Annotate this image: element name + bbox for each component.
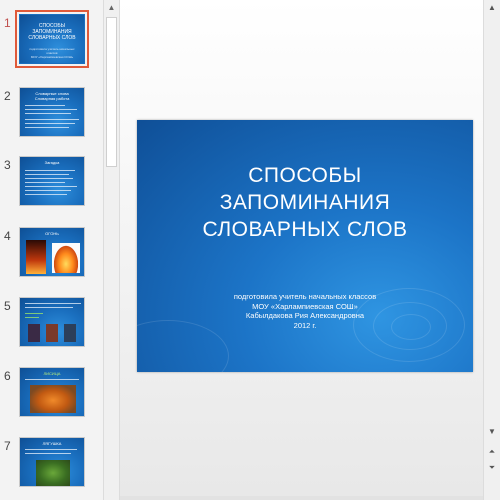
fire-image bbox=[26, 240, 46, 274]
thumbnail-image[interactable]: ЛЯГУШКА bbox=[19, 437, 85, 487]
thumbnail-heading: Словарные слова Словарная работа bbox=[34, 91, 70, 101]
text-line bbox=[25, 123, 75, 124]
picture-image bbox=[28, 324, 40, 342]
text-line bbox=[25, 109, 77, 110]
text-line bbox=[25, 170, 75, 171]
text-line bbox=[25, 313, 43, 314]
text-line bbox=[25, 194, 67, 195]
slide-title[interactable]: СПОСОБЫ ЗАПОМИНАНИЯ СЛОВАРНЫХ СЛОВ bbox=[137, 162, 473, 243]
thumbnail-heading: ЛЯГУШКА bbox=[42, 441, 62, 446]
slide-thumbnail-6[interactable]: 6 ЛИСИЦА bbox=[0, 367, 107, 427]
slide-thumbnail-7[interactable]: 7 ЛЯГУШКА bbox=[0, 437, 107, 497]
thumbnail-image[interactable]: ОГОНЬ bbox=[19, 227, 85, 277]
picture-image bbox=[46, 324, 58, 342]
text-line bbox=[25, 113, 71, 114]
text-line bbox=[25, 119, 79, 120]
text-line bbox=[25, 190, 71, 191]
frog-image bbox=[36, 460, 70, 486]
thumbnail-heading: ОГОНЬ bbox=[45, 231, 59, 236]
slide-editor: СПОСОБЫ ЗАПОМИНАНИЯ СЛОВАРНЫХ СЛОВ подго… bbox=[120, 0, 483, 496]
text-line bbox=[25, 178, 73, 179]
slide-number: 2 bbox=[4, 89, 11, 103]
text-line bbox=[25, 174, 69, 175]
text-line bbox=[25, 105, 65, 106]
slide-number: 7 bbox=[4, 439, 11, 453]
slide-subtitle[interactable]: подготовила учитель начальных классов МО… bbox=[137, 292, 473, 330]
text-line bbox=[25, 186, 77, 187]
slide-thumbnail-1[interactable]: 1 СПОСОБЫ ЗАПОМИНАНИЯ СЛОВАРНЫХ СЛОВ под… bbox=[0, 10, 107, 74]
thumbnail-image[interactable]: Загадка bbox=[19, 156, 85, 206]
text-line bbox=[25, 303, 81, 304]
text-line bbox=[25, 307, 73, 308]
slide-number: 6 bbox=[4, 369, 11, 383]
previous-slide-icon[interactable]: ⏶ bbox=[484, 444, 500, 459]
thumbnail-scrollbar[interactable]: ▲ bbox=[103, 0, 120, 500]
picture-image bbox=[64, 324, 76, 342]
editor-scrollbar[interactable]: ▲ ▼ ⏶ ⏷ bbox=[483, 0, 500, 500]
slide-thumbnail-4[interactable]: 4 ОГОНЬ bbox=[0, 227, 107, 287]
thumbnail-heading: ЛИСИЦА bbox=[43, 371, 61, 376]
text-line bbox=[25, 127, 69, 128]
next-slide-icon[interactable]: ⏷ bbox=[484, 460, 500, 475]
slide-number: 3 bbox=[4, 158, 11, 172]
thumbnail-image[interactable]: СПОСОБЫ ЗАПОМИНАНИЯ СЛОВАРНЫХ СЛОВ подго… bbox=[15, 10, 89, 68]
thumbnail-heading: Загадка bbox=[44, 160, 60, 165]
slide-number: 1 bbox=[4, 16, 11, 30]
thumbnail-subtitle: подготовила учитель начальных классов МО… bbox=[29, 47, 75, 59]
slide-thumbnail-3[interactable]: 3 Загадка bbox=[0, 156, 107, 216]
fox-image bbox=[30, 385, 76, 413]
thumbnail-image[interactable] bbox=[19, 297, 85, 347]
text-line bbox=[25, 453, 71, 454]
slide-thumbnail-5[interactable]: 5 bbox=[0, 297, 107, 357]
bonfire-image bbox=[52, 243, 80, 273]
thumbnail-title: СПОСОБЫ ЗАПОМИНАНИЯ СЛОВАРНЫХ СЛОВ bbox=[28, 23, 76, 41]
slide-number: 5 bbox=[4, 299, 11, 313]
text-line bbox=[25, 449, 77, 450]
slide-canvas[interactable]: СПОСОБЫ ЗАПОМИНАНИЯ СЛОВАРНЫХ СЛОВ подго… bbox=[137, 120, 473, 372]
text-line bbox=[25, 182, 65, 183]
thumbnail-image[interactable]: ЛИСИЦА bbox=[19, 367, 85, 417]
slide-thumbnail-pane: 1 СПОСОБЫ ЗАПОМИНАНИЯ СЛОВАРНЫХ СЛОВ под… bbox=[0, 0, 107, 500]
scroll-up-icon[interactable]: ▲ bbox=[104, 0, 119, 15]
slide-number: 4 bbox=[4, 229, 11, 243]
scrollbar-thumb[interactable] bbox=[106, 17, 117, 167]
slide-thumbnail-2[interactable]: 2 Словарные слова Словарная работа bbox=[0, 87, 107, 147]
scroll-down-icon[interactable]: ▼ bbox=[484, 424, 500, 439]
text-line bbox=[25, 379, 79, 380]
scroll-up-icon[interactable]: ▲ bbox=[484, 0, 500, 15]
text-line bbox=[25, 317, 39, 318]
editor-bottom-border bbox=[120, 496, 483, 500]
thumbnail-image[interactable]: Словарные слова Словарная работа bbox=[19, 87, 85, 137]
